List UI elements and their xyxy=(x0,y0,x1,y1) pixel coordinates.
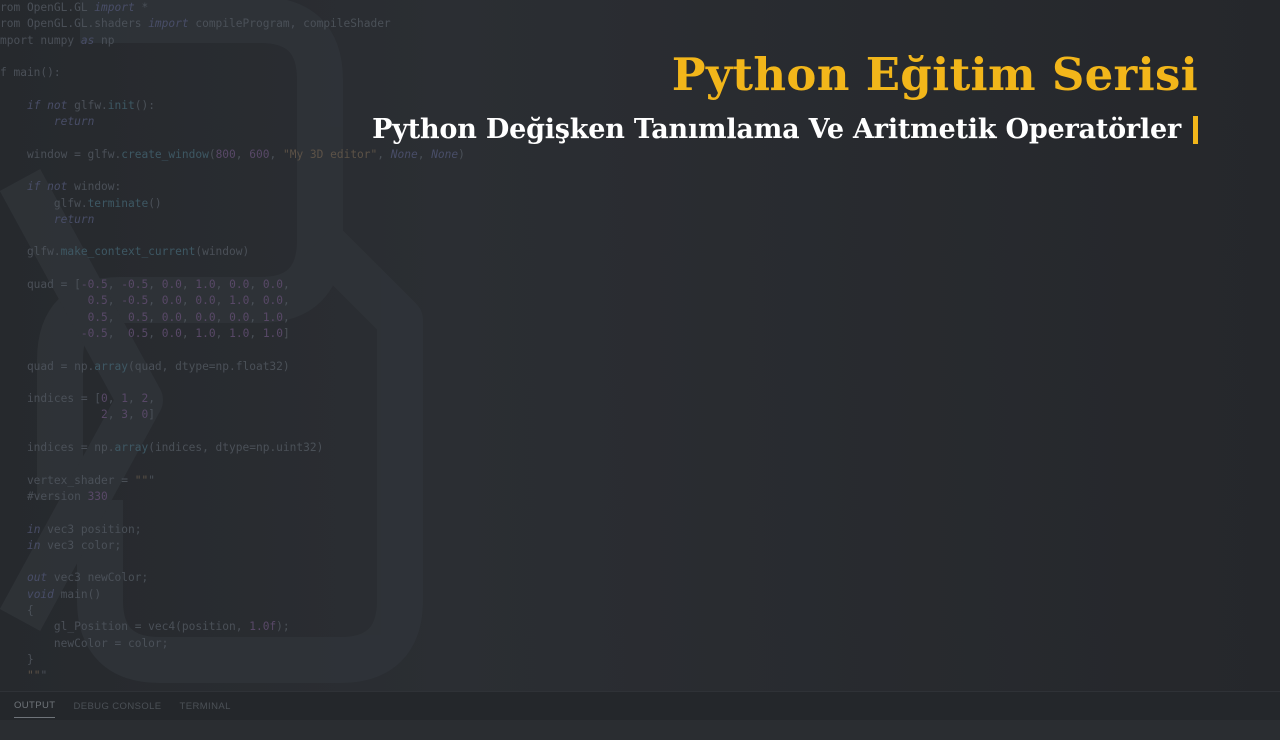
code-line: newColor = color; xyxy=(0,636,169,650)
code-line: quad = np.array(quad, dtype=np.float32) xyxy=(0,359,290,373)
code-line: f main(): xyxy=(0,66,61,80)
accent-cursor-bar xyxy=(1193,115,1198,144)
code-line: window = glfw.create_window(800, 600, "M… xyxy=(0,147,465,161)
code-line: rom OpenGL.GL import * xyxy=(0,1,149,14)
code-line: 2, 3, 0] xyxy=(101,408,156,422)
code-line: """ xyxy=(26,669,48,683)
code-line: in vec3 color; xyxy=(26,538,122,552)
code-line: mport numpy as np xyxy=(0,33,115,47)
code-line: 0.5, 0.5, 0.0, 0.0, 0.0, 1.0, xyxy=(87,310,290,324)
subtitle-row: Python Değişken Tanımlama Ve Aritmetik O… xyxy=(372,114,1198,145)
code-line: } xyxy=(0,652,34,666)
code-line: glfw.make_context_current(window) xyxy=(0,245,250,259)
code-line: { xyxy=(0,603,34,617)
code-line: if not glfw.init(): xyxy=(26,98,155,112)
code-line: vertex_shader = """ xyxy=(0,473,155,487)
page-subtitle: Python Değişken Tanımlama Ve Aritmetik O… xyxy=(372,114,1181,145)
code-line: 0.5, -0.5, 0.0, 0.0, 1.0, 0.0, xyxy=(87,294,290,308)
code-line: #version 330 xyxy=(0,489,108,503)
code-line: -0.5, 0.5, 0.0, 1.0, 1.0, 1.0] xyxy=(80,326,290,340)
code-line: indices = np.array(indices, dtype=np.uin… xyxy=(0,441,324,455)
tab-output[interactable]: OUTPUT xyxy=(14,694,56,718)
page-title: Python Eğitim Serisi xyxy=(671,48,1198,101)
code-line: glfw.terminate() xyxy=(0,196,162,210)
code-editor: rom OpenGL.GL import * rom OpenGL.GL.shad… xyxy=(0,0,700,684)
tab-terminal[interactable]: TERMINAL xyxy=(180,695,231,718)
code-line: out vec3 newColor; xyxy=(26,571,149,585)
code-line: quad = [-0.5, -0.5, 0.0, 1.0, 0.0, 0.0, xyxy=(0,278,290,292)
code-line: indices = [0, 1, 2, xyxy=(0,392,156,406)
code-line: gl_Position = vec4(position, 1.0f); xyxy=(0,620,290,634)
code-line: return xyxy=(53,212,95,226)
code-line: void main() xyxy=(26,587,102,601)
code-line: in vec3 position; xyxy=(26,522,142,536)
code-line: rom OpenGL.GL.shaders import compileProg… xyxy=(0,17,391,31)
editor-panel-bar: OUTPUT DEBUG CONSOLE TERMINAL xyxy=(0,691,1280,720)
code-line: if not window: xyxy=(26,180,122,194)
tab-debug-console[interactable]: DEBUG CONSOLE xyxy=(73,695,161,718)
